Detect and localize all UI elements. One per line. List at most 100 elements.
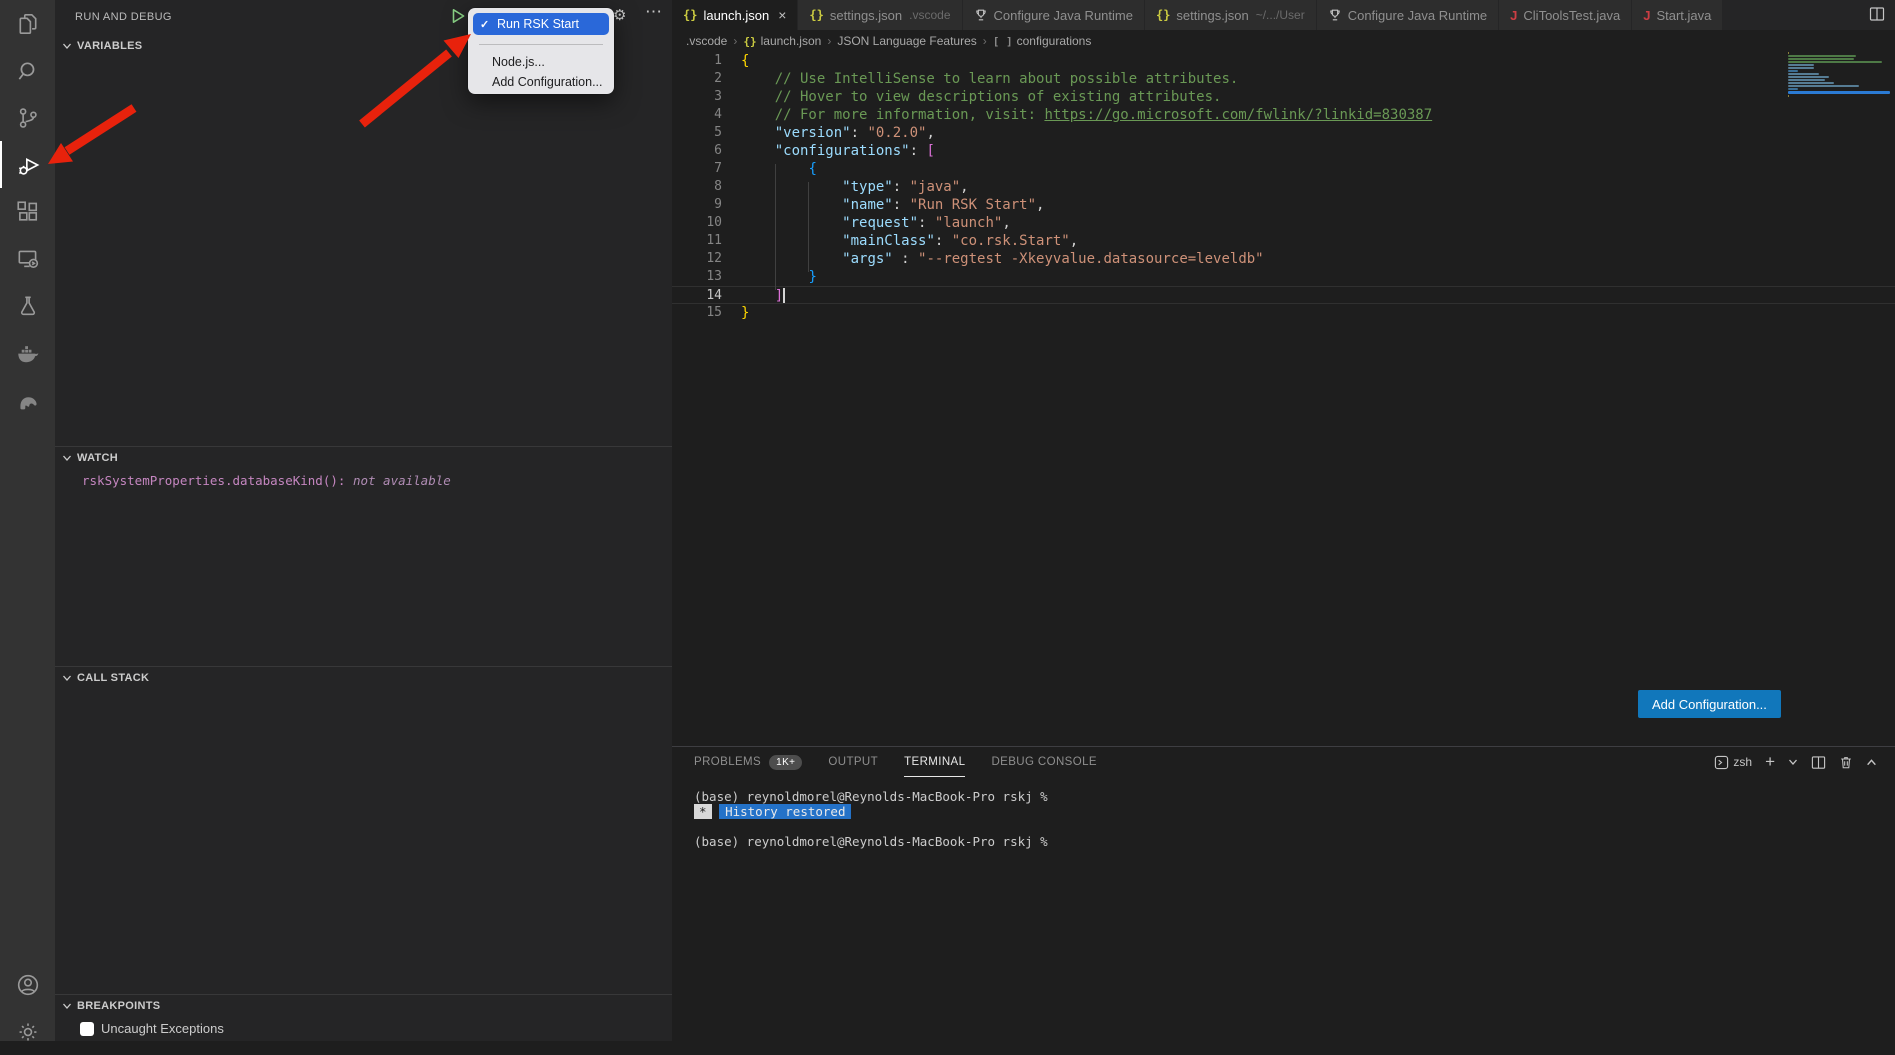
tab-label: launch.json (703, 8, 769, 23)
code-line-11[interactable]: 11 "mainClass": "co.rsk.Start", (672, 232, 1895, 250)
minimap-line (1788, 73, 1819, 75)
panel-tab-output[interactable]: OUTPUT (828, 747, 878, 777)
add-configuration-button[interactable]: Add Configuration... (1638, 690, 1781, 718)
bottom-panel: PROBLEMS1K+ OUTPUT TERMINAL DEBUG CONSOLE z… (672, 746, 1895, 1041)
debug-settings-gear-icon[interactable]: ⚙ (613, 6, 626, 24)
explorer-activity-button[interactable] (0, 0, 55, 47)
code-text: "version": "0.2.0", (741, 124, 935, 142)
code-text: "request": "launch", (741, 214, 1011, 232)
start-debugging-play-icon[interactable] (449, 7, 467, 25)
remote-explorer-activity-button[interactable] (0, 235, 55, 282)
variables-label: VARIABLES (77, 40, 142, 52)
breadcrumb-item[interactable]: {}launch.json (743, 34, 821, 48)
panel-tab-terminal[interactable]: TERMINAL (904, 747, 965, 777)
gradle-icon (15, 387, 41, 413)
split-terminal-icon[interactable] (1811, 755, 1826, 770)
more-actions-icon[interactable]: ⋯ (645, 2, 663, 22)
code-line-12[interactable]: 12 "args" : "--regtest -Xkeyvalue.dataso… (672, 250, 1895, 268)
breadcrumb-item[interactable]: JSON Language Features (837, 34, 976, 48)
java-runtime-cup-icon (1328, 8, 1342, 23)
line-number: 11 (672, 232, 722, 250)
minimap[interactable] (1788, 52, 1890, 98)
code-line-4[interactable]: 4 // For more information, visit: https:… (672, 106, 1895, 124)
docker-activity-button[interactable] (0, 329, 55, 376)
code-line-10[interactable]: 10 "request": "launch", (672, 214, 1895, 232)
tab-settings-json[interactable]: {}settings.json~/.../User (1145, 0, 1317, 30)
code-line-7[interactable]: 7 { (672, 160, 1895, 178)
chevron-down-icon (59, 670, 75, 686)
terminal-dropdown-chevron-icon[interactable] (1788, 757, 1798, 767)
panel-tab-label: PROBLEMS (694, 756, 761, 768)
accounts-activity-button[interactable] (0, 961, 55, 1008)
tab-settings-json[interactable]: {}settings.json.vscode (798, 0, 962, 30)
code-line-6[interactable]: 6 "configurations": [ (672, 142, 1895, 160)
watch-expression-row[interactable]: rskSystemProperties.databaseKind(): not … (55, 469, 672, 488)
breadcrumb-label: .vscode (686, 34, 727, 48)
tab-clitoolstest-java[interactable]: JCliToolsTest.java (1499, 0, 1632, 30)
menu-item-node-js-[interactable]: Node.js... (468, 52, 614, 72)
breadcrumb-item[interactable]: [ ]configurations (993, 34, 1092, 48)
code-line-1[interactable]: 1{ (672, 52, 1895, 70)
panel-tab-debug-console[interactable]: DEBUG CONSOLE (991, 747, 1097, 777)
testing-activity-button[interactable] (0, 282, 55, 329)
close-icon[interactable]: × (778, 8, 786, 22)
menu-item-add-configuration-[interactable]: Add Configuration... (468, 72, 614, 92)
tab-launch-json[interactable]: {}launch.json× (672, 0, 798, 30)
breadcrumb-item[interactable]: .vscode (686, 34, 727, 48)
line-number: 7 (672, 160, 722, 178)
menu-item-run-rsk-start[interactable]: ✓ Run RSK Start (473, 13, 609, 35)
watch-section-header[interactable]: WATCH (55, 447, 672, 469)
breadcrumb-separator: › (827, 34, 831, 48)
tab-configure-java-runtime[interactable]: Configure Java Runtime (1317, 0, 1499, 30)
line-number: 6 (672, 142, 722, 160)
text-cursor (783, 288, 785, 303)
breakpoints-section-header[interactable]: BREAKPOINTS (55, 995, 672, 1017)
code-line-14[interactable]: 14 ] (672, 286, 1895, 304)
run-and-debug-icon (16, 152, 42, 178)
minimap-line (1788, 85, 1859, 87)
code-line-3[interactable]: 3 // Hover to view descriptions of exist… (672, 88, 1895, 106)
code-editor[interactable]: 1{2 // Use IntelliSense to learn about p… (672, 52, 1895, 746)
minimap-line (1788, 88, 1798, 90)
chevron-down-icon (59, 38, 75, 54)
gradle-activity-button[interactable] (0, 376, 55, 423)
breadcrumb-label: launch.json (761, 34, 822, 48)
maximize-panel-chevron-icon[interactable] (1866, 757, 1877, 768)
new-terminal-icon[interactable]: + (1765, 752, 1775, 772)
search-activity-button[interactable] (0, 47, 55, 94)
minimap-line (1788, 67, 1814, 69)
line-number: 4 (672, 106, 722, 124)
tab-label: Start.java (1656, 8, 1711, 23)
code-line-8[interactable]: 8 "type": "java", (672, 178, 1895, 196)
line-number: 14 (672, 287, 722, 305)
minimap-line (1788, 91, 1890, 94)
terminal-output[interactable]: (base) reynoldmorel@Reynolds-MacBook-Pro… (694, 789, 1048, 849)
code-line-5[interactable]: 5 "version": "0.2.0", (672, 124, 1895, 142)
kill-terminal-trash-icon[interactable] (1839, 755, 1853, 770)
line-number: 15 (672, 304, 722, 322)
line-number: 5 (672, 124, 722, 142)
panel-tab-problems[interactable]: PROBLEMS1K+ (694, 747, 802, 777)
tab-start-java[interactable]: J Start.java (1632, 0, 1723, 30)
call-stack-label: CALL STACK (77, 672, 149, 684)
extensions-activity-button[interactable] (0, 188, 55, 235)
code-line-13[interactable]: 13 } (672, 268, 1895, 286)
chevron-down-icon (59, 450, 75, 466)
uncaught-exceptions-checkbox[interactable] (80, 1022, 94, 1036)
call-stack-section-header[interactable]: CALL STACK (55, 667, 672, 689)
source-control-icon (15, 105, 41, 131)
settings-gear-activity-button[interactable] (0, 1008, 55, 1055)
java-file-icon: J (1643, 8, 1650, 23)
remote-explorer-icon (15, 246, 41, 272)
code-line-15[interactable]: 15} (672, 304, 1895, 322)
run-and-debug-activity-button[interactable] (0, 141, 55, 188)
split-editor-icon[interactable] (1869, 6, 1885, 27)
source-control-activity-button[interactable] (0, 94, 55, 141)
terminal-shell-selector[interactable]: zsh (1714, 755, 1752, 770)
array-icon: [ ] (993, 35, 1013, 48)
watch-value: not available (353, 473, 451, 488)
code-line-2[interactable]: 2 // Use IntelliSense to learn about pos… (672, 70, 1895, 88)
breakpoint-row: Uncaught Exceptions (55, 1017, 672, 1036)
tab-configure-java-runtime[interactable]: Configure Java Runtime (963, 0, 1145, 30)
code-line-9[interactable]: 9 "name": "Run RSK Start", (672, 196, 1895, 214)
